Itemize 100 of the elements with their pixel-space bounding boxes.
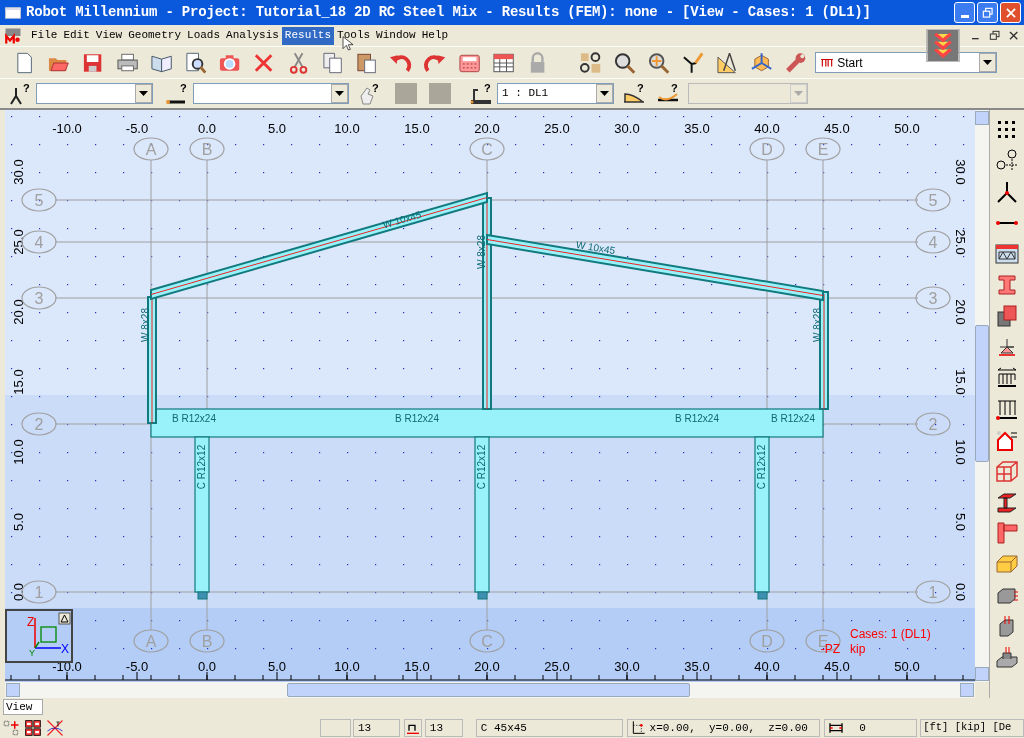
material-layers-icon[interactable]: [995, 304, 1019, 328]
axis-marker: B: [189, 629, 225, 653]
foundation-icon[interactable]: [995, 645, 1019, 669]
menu-item[interactable]: Tools: [334, 26, 374, 45]
timber-block-icon[interactable]: [995, 552, 1019, 576]
ruler-label: 10.0: [11, 439, 26, 465]
status-field: 13: [424, 719, 463, 737]
layout-value: Start: [837, 54, 863, 72]
section-label: W 8x28: [476, 235, 487, 269]
close-icon: [1003, 5, 1018, 20]
axis-marker: C: [469, 629, 505, 653]
ruler-label: 10.0: [334, 659, 360, 674]
section-label: W 10x45: [381, 208, 423, 231]
frame-3d-icon[interactable]: [995, 459, 1019, 483]
menu-item[interactable]: Window: [373, 26, 419, 45]
node-selection-combo[interactable]: [36, 83, 153, 104]
ruler-label: 25.0: [953, 229, 968, 255]
app-logo-icon[interactable]: [4, 26, 22, 45]
ruler-label: 10.0: [953, 439, 968, 465]
menu-item[interactable]: File: [28, 26, 61, 45]
minimize-button[interactable]: [954, 2, 975, 23]
ruler-label: 15.0: [404, 121, 430, 136]
zoom-icon[interactable]: [613, 50, 637, 75]
close-button[interactable]: [1000, 2, 1021, 23]
legend-text: Cases: 1 (DL1): [850, 627, 931, 641]
minimize-icon: [960, 15, 969, 18]
node-icon[interactable]: [995, 180, 1019, 204]
status-field: 13: [352, 719, 400, 737]
section-label: C R12x12: [476, 444, 487, 490]
restore-icon: [980, 5, 995, 20]
status-field: C 45x45: [475, 719, 623, 737]
column-bracket-icon[interactable]: [995, 521, 1019, 545]
axis-marker: A: [133, 629, 169, 653]
section-label: B R12x24: [771, 413, 815, 424]
ruler-label: 5.0: [267, 659, 287, 674]
load-case-combo[interactable]: 1 : DL1: [497, 83, 614, 104]
bar-pencil-icon[interactable]: [681, 50, 705, 75]
axis-marker: 2: [915, 412, 951, 436]
axis-marker: 4: [915, 230, 951, 254]
ruler-label: 15.0: [404, 659, 430, 674]
ruler-label: 30.0: [953, 159, 968, 185]
legend-text: kip: [850, 642, 866, 656]
axis-marker: D: [749, 137, 785, 161]
scrollbar-thumb[interactable]: [975, 325, 989, 462]
section-label: B R12x24: [395, 413, 439, 424]
scrollbar-thumb[interactable]: [287, 683, 690, 697]
panels-icon[interactable]: [23, 719, 42, 737]
copy-icon[interactable]: [320, 50, 345, 75]
wrench-icon[interactable]: [784, 50, 808, 75]
section-window-icon[interactable]: [995, 242, 1019, 266]
menu-item[interactable]: Edit: [60, 26, 93, 45]
menu-item[interactable]: Analysis: [223, 26, 282, 45]
crossed-diagram-icon[interactable]: [45, 719, 64, 737]
view-tab[interactable]: View: [3, 699, 43, 715]
units-field: [ft] [kip] [De: [920, 719, 1024, 737]
menu-item[interactable]: View: [92, 26, 126, 45]
zoom-window-icon[interactable]: [578, 50, 602, 75]
set-square-compass-icon[interactable]: [715, 50, 739, 75]
distributed-load-icon[interactable]: [995, 397, 1019, 421]
menu-item[interactable]: Loads: [184, 26, 224, 45]
ruler-label: 30.0: [11, 159, 26, 185]
wind-load-icon[interactable]: [995, 428, 1019, 452]
menu-item[interactable]: Help: [418, 26, 452, 45]
ruler-label: 5.0: [953, 512, 968, 532]
pan-zoom-icon[interactable]: [647, 50, 671, 75]
ruler-label: 0.0: [197, 121, 217, 136]
axis-marker: C: [469, 137, 505, 161]
axis-marker: E: [805, 137, 841, 161]
section-label: C R12x12: [756, 444, 767, 490]
ruler-label: 25.0: [544, 659, 570, 674]
section-label: B R12x24: [675, 413, 719, 424]
section-label: W 8x28: [140, 308, 151, 342]
ruler-label: 30.0: [614, 121, 640, 136]
menu-item[interactable]: Results: [281, 26, 335, 45]
steel-beam-icon[interactable]: [995, 490, 1019, 514]
section-label: B R12x24: [172, 413, 216, 424]
axis-label: Z: [27, 615, 35, 629]
ruler-label: 40.0: [754, 121, 780, 136]
restore-button[interactable]: [977, 2, 998, 23]
menu-item[interactable]: Geometry: [125, 26, 185, 45]
layout-combo[interactable]: Start: [815, 52, 998, 73]
axis-marker: 1: [915, 580, 951, 604]
ruler-label: -5.0: [125, 121, 149, 136]
node-count-icon[interactable]: [403, 719, 422, 737]
i-beam-icon[interactable]: [995, 273, 1019, 297]
axis-label: X: [61, 642, 69, 656]
window-title: Robot Millennium - Project: Tutorial_18 2D RC Steel Mix - Results (FEM): none - [View - Cases: 1 (DL1)]: [26, 3, 871, 22]
axis-marker: 5: [21, 188, 57, 212]
view-layout-icon[interactable]: [2, 719, 20, 737]
ruler-label: 20.0: [474, 121, 500, 136]
member-load-icon[interactable]: [995, 366, 1019, 390]
print-preview-icon[interactable]: [184, 50, 208, 75]
structural-axis-icon[interactable]: [995, 149, 1019, 173]
section-label: C R12x12: [196, 444, 207, 490]
ruler-label: 45.0: [824, 659, 850, 674]
view-up-icon[interactable]: [58, 612, 71, 625]
ruler-label: -10.0: [52, 121, 82, 136]
chevron-down-icon[interactable]: [926, 29, 960, 62]
axis-triad-drawing: [34, 617, 62, 649]
axis-marker: 3: [915, 286, 951, 310]
